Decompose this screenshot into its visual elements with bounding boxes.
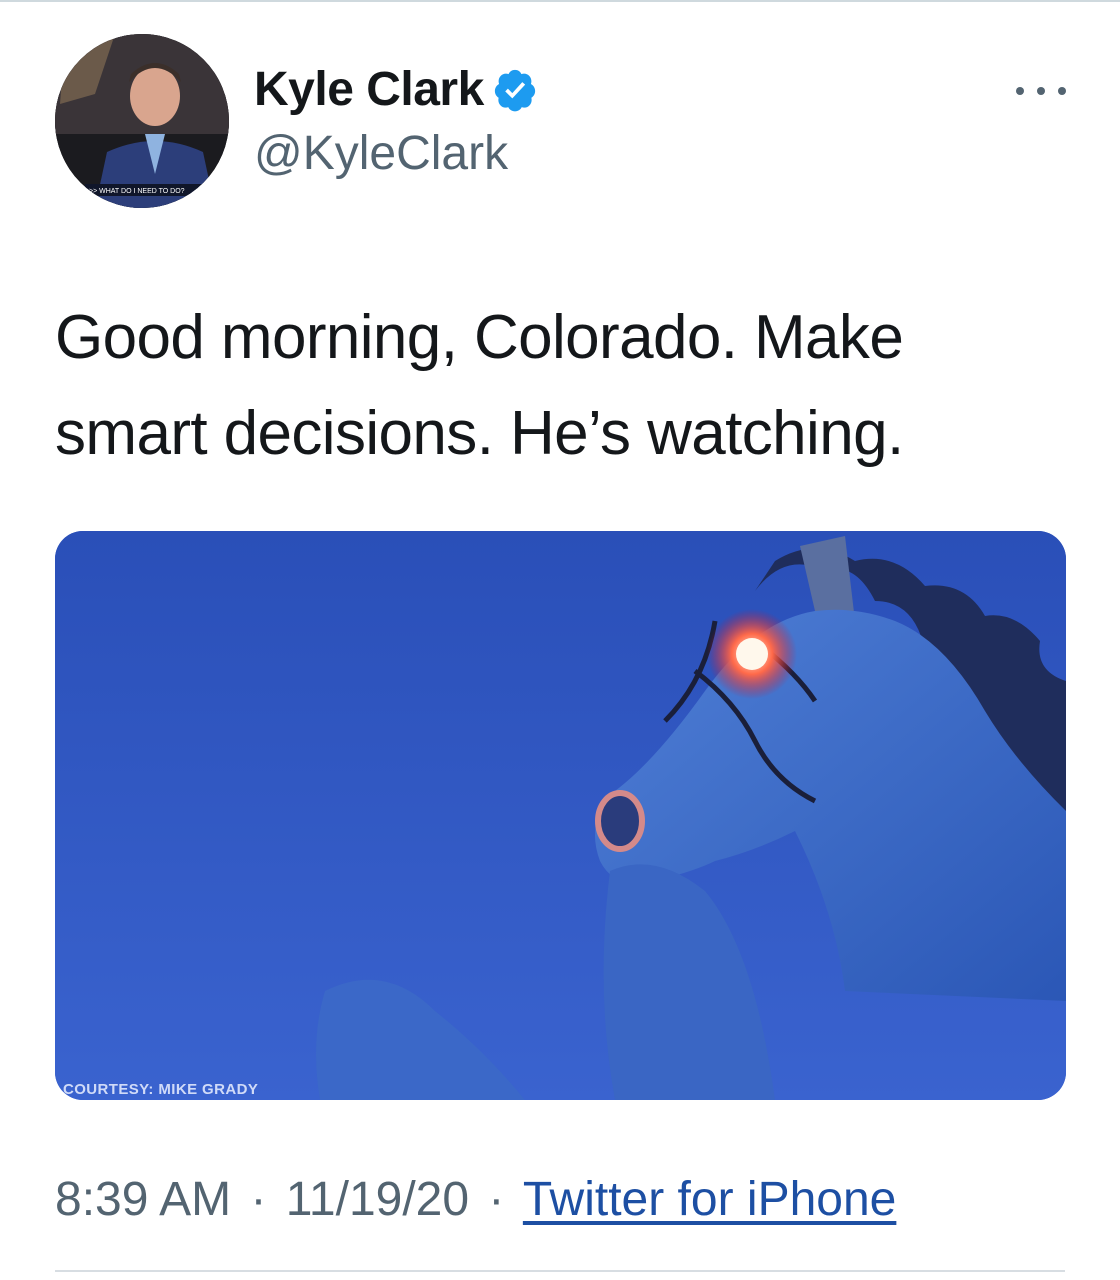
tweet-date: 11/19/20 [285,1173,470,1226]
tweet-image[interactable]: COURTESY: MIKE GRADY [55,531,1066,1100]
top-divider [0,0,1120,2]
meta-separator: · [488,1173,505,1226]
avatar-caption: >> WHAT DO I NEED TO DO? [89,188,185,195]
tweet-time: 8:39 AM [55,1173,232,1226]
avatar[interactable]: >> WHAT DO I NEED TO DO? [55,34,229,208]
author-display-name[interactable]: Kyle Clark [254,62,484,117]
source-link[interactable]: Twitter for iPhone [523,1173,897,1226]
bottom-divider [55,1270,1065,1272]
image-credit: COURTESY: MIKE GRADY [63,1081,259,1098]
verified-badge-icon [492,67,538,113]
author-name-row[interactable]: Kyle Clark [254,62,538,117]
more-horizontal-icon[interactable] [1016,74,1066,108]
tweet-text: Good morning, Colorado. Make smart decis… [55,303,904,468]
tweet-metadata: 8:39 AM · 11/19/20 · Twitter for iPhone [55,1172,896,1227]
author-handle[interactable]: @KyleClark [254,126,508,181]
meta-separator: · [250,1173,267,1226]
